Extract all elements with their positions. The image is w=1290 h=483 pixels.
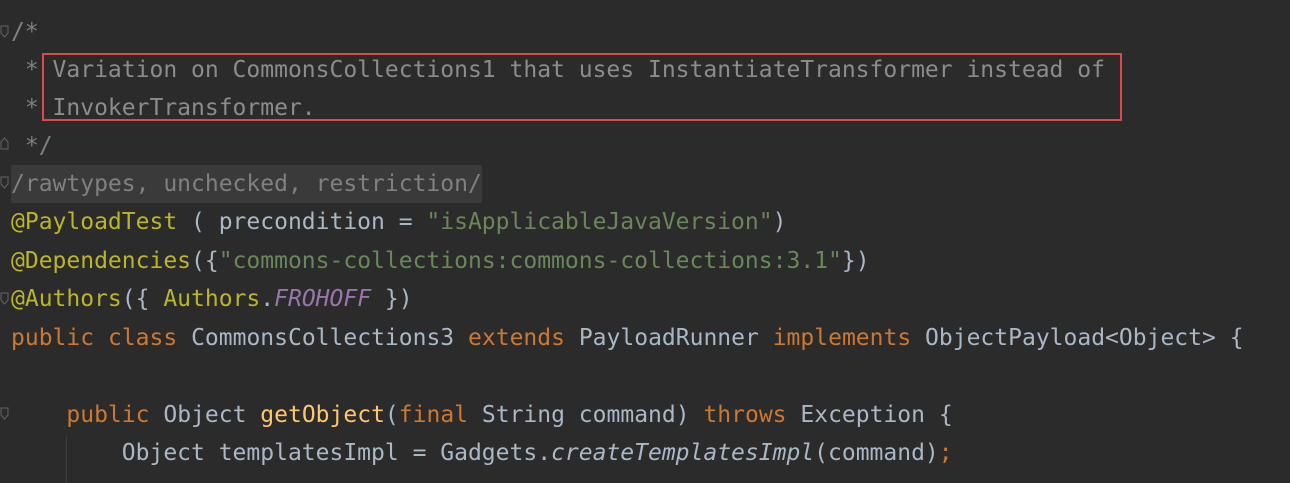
code-line-templates-impl: Object templatesImpl = Gadgets.createTem… <box>11 434 953 472</box>
code-line-comment-body: * Variation on CommonsCollections1 that … <box>11 51 1105 89</box>
fold-marker-icon[interactable] <box>0 137 9 150</box>
keyword: throws <box>703 402 787 428</box>
code-editor[interactable]: /* * Variation on CommonsCollections1 th… <box>0 0 1290 483</box>
keyword: public <box>11 325 95 351</box>
code-text: String command) <box>468 402 704 428</box>
code-line-comment-close: */ <box>11 127 53 165</box>
comment-text: /* <box>11 19 39 45</box>
interface-name: ObjectPayload<Object> <box>925 325 1216 351</box>
code-line-class-declaration: public class CommonsCollections3 extends… <box>11 319 1244 357</box>
annotation-name: @Authors <box>11 286 122 312</box>
code-text: Object templatesImpl = Gadgets. <box>121 440 552 466</box>
code-line-comment-body: * InvokerTransformer. <box>11 89 316 127</box>
annotation-name: @PayloadTest <box>11 209 178 235</box>
code-line-suppress-warnings: /rawtypes, unchecked, restriction/ <box>11 165 482 203</box>
string-literal: "commons-collections:commons-collections… <box>218 248 842 274</box>
annotation-name: @Dependencies <box>11 248 192 274</box>
code-text: ) <box>772 209 787 235</box>
comment-prefix: * <box>11 95 53 121</box>
class-name: CommonsCollections3 <box>191 325 455 351</box>
fold-marker-icon[interactable] <box>0 407 9 420</box>
keyword: class <box>107 325 178 351</box>
code-text: { <box>1215 325 1244 351</box>
code-line-payload-test: @PayloadTest ( precondition = "isApplica… <box>11 203 786 241</box>
fold-marker-icon[interactable] <box>0 25 9 38</box>
method-call: createTemplatesImpl <box>551 440 815 466</box>
keyword: public <box>66 402 150 428</box>
code-text: . <box>260 286 275 312</box>
code-line-authors: @Authors({ Authors.FROHOFF }) <box>11 280 413 318</box>
code-line-comment-open: /* <box>11 13 39 51</box>
keyword: extends <box>468 325 565 351</box>
comment-text: */ <box>11 133 53 159</box>
code-text: ( <box>384 402 399 428</box>
code-text: Exception { <box>786 402 953 428</box>
code-text: }) <box>841 248 870 274</box>
fold-marker-icon[interactable] <box>0 292 9 305</box>
folded-text: /rawtypes, unchecked, restriction/ <box>11 171 482 197</box>
comment-text: InvokerTransformer. <box>52 95 316 121</box>
code-text: ( precondition = <box>177 209 427 235</box>
code-text: ({ <box>121 286 164 312</box>
comment-text: Variation on CommonsCollections1 that us… <box>52 57 1105 83</box>
method-name: getObject <box>260 402 385 428</box>
string-literal: "isApplicableJavaVersion" <box>426 209 773 235</box>
type-name: Authors <box>163 286 261 312</box>
parent-class: PayloadRunner <box>578 325 759 351</box>
semicolon: ; <box>938 440 953 466</box>
constant-name: FROHOFF <box>274 286 372 312</box>
code-line-method-declaration: public Object getObject(final String com… <box>11 396 953 434</box>
code-text: (command) <box>814 440 939 466</box>
keyword: implements <box>772 325 912 351</box>
fold-marker-icon[interactable] <box>0 176 9 189</box>
return-type: Object <box>163 402 247 428</box>
code-text: ({ <box>191 248 219 274</box>
keyword: final <box>398 402 469 428</box>
code-line-dependencies: @Dependencies({"commons-collections:comm… <box>11 242 870 280</box>
code-text: }) <box>371 286 413 312</box>
comment-prefix: * <box>11 57 53 83</box>
